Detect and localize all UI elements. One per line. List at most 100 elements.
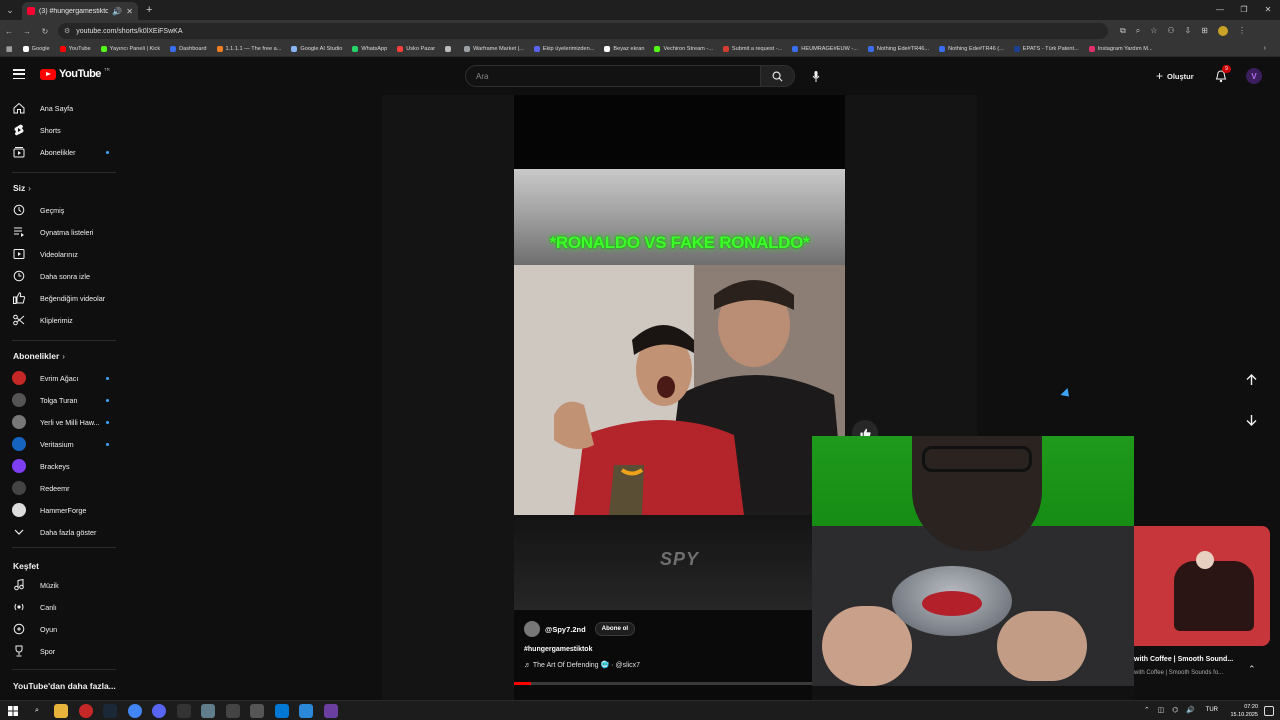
recommended-title[interactable]: with Coffee | Smooth Sound... xyxy=(1134,656,1233,663)
section-subscriptions[interactable]: Abonelikler › xyxy=(13,351,65,361)
browser-tab[interactable]: (3) #hungergamestiktok - Y 🔊 ✕ xyxy=(22,2,138,20)
sidebar-item[interactable]: Beğendiğim videolar xyxy=(0,288,127,308)
bookmark-item[interactable]: 1.1.1.1 — The free a... xyxy=(216,46,281,52)
sidebar-item[interactable]: Videolarınız xyxy=(0,244,127,264)
recommended-card[interactable]: with Coffee | Smooth Sound... with Coffe… xyxy=(1134,526,1270,700)
more-bookmarks-icon[interactable]: › xyxy=(1264,45,1266,52)
bookmark-item[interactable] xyxy=(445,46,454,52)
sidebar-item[interactable]: Shorts xyxy=(0,120,127,140)
video-progress-bar[interactable] xyxy=(514,682,845,685)
section-explore[interactable]: Keşfet xyxy=(13,561,39,571)
vscode-icon[interactable] xyxy=(275,704,289,718)
notification-center-icon[interactable] xyxy=(1264,706,1274,716)
site-info-icon[interactable]: ⚙ xyxy=(64,27,70,35)
section-more-from-youtube[interactable]: YouTube'dan daha fazla... xyxy=(13,681,116,691)
mail-icon[interactable] xyxy=(299,704,313,718)
media-icon[interactable] xyxy=(177,704,191,718)
channel-name[interactable]: @Spy7.2nd xyxy=(545,625,586,634)
sidebar-item[interactable]: Oynatma listeleri xyxy=(0,222,127,242)
minimize-icon[interactable]: — xyxy=(1208,0,1232,20)
forward-icon[interactable]: → xyxy=(18,27,36,36)
shorts-video-player[interactable]: *RONALDO VS FAKE RONALDO* SPY @Spy7.2nd … xyxy=(514,95,845,700)
file-explorer-icon[interactable] xyxy=(54,704,68,718)
sidebar-item[interactable]: Müzik xyxy=(0,575,127,595)
bookmark-item[interactable]: EPATS - Türk Patent... xyxy=(1013,46,1079,52)
bookmark-item[interactable]: Google AI Studio xyxy=(291,46,342,52)
new-tab-button[interactable]: + xyxy=(146,4,152,16)
tab-close-icon[interactable]: ✕ xyxy=(126,7,133,16)
create-button[interactable]: + Oluştur xyxy=(1152,68,1198,84)
bookmark-item[interactable]: Beyaz ekran xyxy=(604,46,644,52)
subscribe-button[interactable]: Abone ol xyxy=(594,622,636,636)
discord-icon[interactable] xyxy=(152,704,166,718)
next-short-button[interactable] xyxy=(1240,409,1262,431)
bookmark-item[interactable]: Warframe Market |... xyxy=(464,46,524,52)
chevron-up-icon[interactable]: ⌃ xyxy=(1248,664,1256,675)
voice-search-button[interactable] xyxy=(805,65,827,87)
sidebar-item[interactable]: Canlı xyxy=(0,597,127,617)
language-indicator[interactable]: TUR xyxy=(1206,707,1218,713)
close-window-icon[interactable]: ✕ xyxy=(1256,0,1280,20)
taskbar-clock[interactable]: 07:20 15.10.2025 xyxy=(1230,703,1258,719)
sidebar-item[interactable]: Geçmiş xyxy=(0,200,127,220)
bookmark-item[interactable]: Google xyxy=(22,46,50,52)
opera-icon[interactable] xyxy=(79,704,93,718)
sidebar-item[interactable]: Daha fazla göster xyxy=(0,522,127,542)
steam-icon[interactable] xyxy=(103,704,117,718)
windows-start-icon[interactable] xyxy=(6,704,20,718)
maximize-icon[interactable]: ❐ xyxy=(1232,0,1256,20)
section-you[interactable]: Siz › xyxy=(13,183,31,193)
sidebar-item[interactable]: Kliplerimiz xyxy=(0,310,127,330)
sidebar-item[interactable]: Evrim Ağacı xyxy=(0,368,127,388)
taskbar-search-icon[interactable]: ⌕ xyxy=(30,704,44,718)
user-avatar[interactable]: V xyxy=(1246,68,1262,84)
channel-avatar[interactable] xyxy=(524,621,540,637)
video-music[interactable]: ♬ The Art Of Defending 🥶 · @slicx7 xyxy=(524,661,640,669)
back-icon[interactable]: ← xyxy=(0,27,18,36)
recommended-thumbnail[interactable] xyxy=(1134,526,1270,646)
app-icon[interactable] xyxy=(201,704,215,718)
zoom-icon[interactable]: ⌕ xyxy=(1136,26,1140,36)
sidebar-item[interactable]: Spor xyxy=(0,641,127,661)
menu-dots-icon[interactable]: ⋮ xyxy=(1238,26,1246,36)
bookmark-item[interactable]: Vechiron Stream -... xyxy=(654,46,713,52)
bookmark-item[interactable]: HEUMRAGE#EUW -... xyxy=(792,46,858,52)
search-field[interactable] xyxy=(465,65,761,87)
extensions-puzzle-icon[interactable]: ⊞ xyxy=(1201,26,1208,36)
bookmark-item[interactable]: Ekip üyelerimizden... xyxy=(533,46,594,52)
tab-audio-icon[interactable]: 🔊 xyxy=(112,7,122,16)
bookmark-item[interactable]: WhatsApp xyxy=(352,46,387,52)
tab-search-icon[interactable]: ⌄ xyxy=(0,0,20,20)
downloads-icon[interactable]: ⇩ xyxy=(1185,26,1192,36)
vivaldi-icon[interactable] xyxy=(324,704,338,718)
tool-icon[interactable] xyxy=(250,704,264,718)
bookmark-item[interactable]: Submit a request -... xyxy=(722,46,782,52)
bookmark-item[interactable]: YouTube xyxy=(59,46,91,52)
apps-grid-icon[interactable]: ▦ xyxy=(6,45,13,53)
search-input[interactable] xyxy=(476,71,760,81)
bookmark-item[interactable]: Dashboard xyxy=(170,46,207,52)
sidebar-item[interactable]: Oyun xyxy=(0,619,127,639)
bookmark-item[interactable]: Nothing Ede#TR46... xyxy=(867,46,929,52)
search-button[interactable] xyxy=(760,65,795,87)
sidebar-item[interactable]: Veritasium xyxy=(0,434,127,454)
sidebar-item[interactable]: Yerli ve Milli Haw... xyxy=(0,412,127,432)
bookmark-star-icon[interactable]: ☆ xyxy=(1150,26,1157,36)
bookmark-item[interactable]: Usko Pazar xyxy=(397,46,435,52)
menu-hamburger-icon[interactable] xyxy=(13,69,25,79)
profile-icon[interactable] xyxy=(1217,26,1228,36)
sidebar-item[interactable]: Tolga Turan xyxy=(0,390,127,410)
sidebar-item[interactable]: Ana Sayfa xyxy=(0,98,127,118)
install-icon[interactable]: ⧉ xyxy=(1120,26,1126,36)
extension-icon[interactable]: ⚇ xyxy=(1167,26,1174,36)
previous-short-button[interactable] xyxy=(1240,369,1262,391)
bookmark-item[interactable]: Instagram Yardım M... xyxy=(1088,46,1153,52)
sidebar-item[interactable]: Daha sonra izle xyxy=(0,266,127,286)
sidebar-item[interactable]: Abonelikler xyxy=(0,142,127,162)
sidebar-item[interactable]: Redeemr xyxy=(0,478,127,498)
notifications-button[interactable]: 9 xyxy=(1214,65,1231,84)
sidebar-item[interactable]: HammerForge xyxy=(0,500,127,520)
video-hashtag[interactable]: #hungergamestiktok xyxy=(524,646,592,653)
chrome-icon[interactable] xyxy=(128,704,142,718)
unity-icon[interactable] xyxy=(226,704,240,718)
